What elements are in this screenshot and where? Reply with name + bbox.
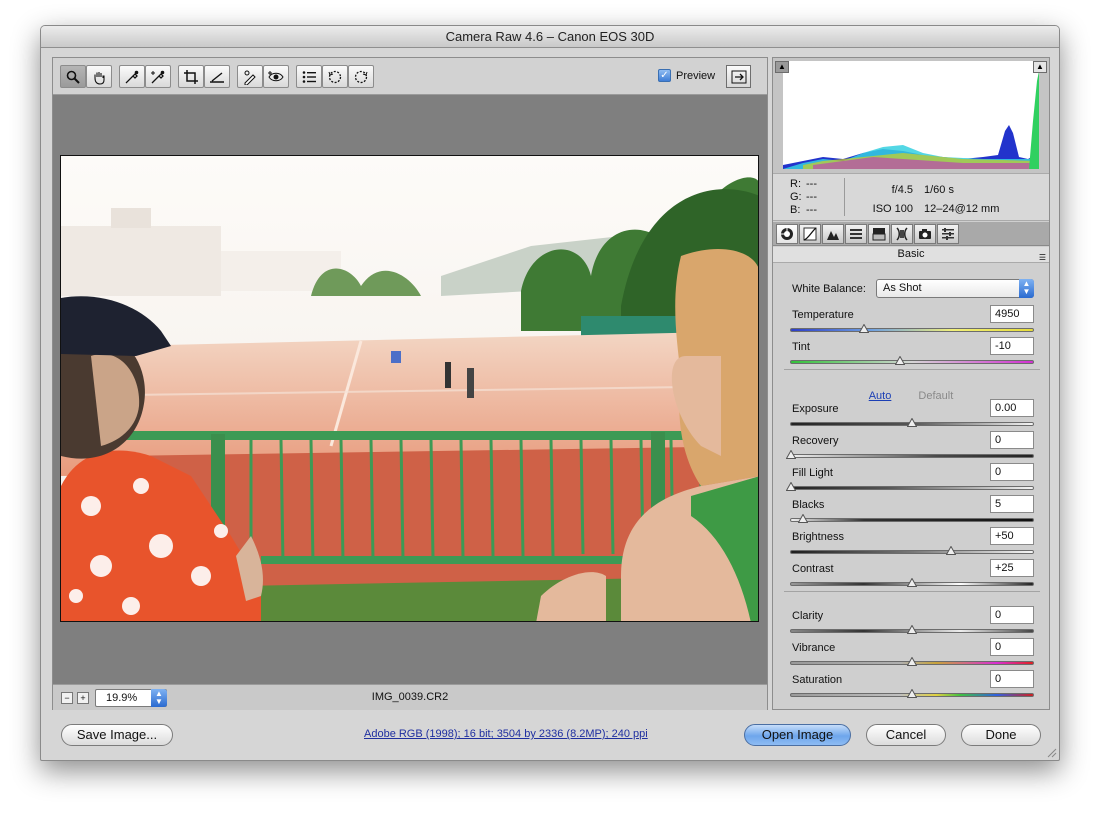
color-sampler-tool-icon[interactable]: [145, 65, 171, 88]
vibrance-slider[interactable]: [790, 657, 1034, 666]
histogram-plot: [783, 61, 1039, 169]
slider-knob[interactable]: [798, 514, 809, 523]
clarity-field[interactable]: 0: [990, 606, 1034, 624]
tint-field[interactable]: -10: [990, 337, 1034, 355]
fill-light-field[interactable]: 0: [990, 463, 1034, 481]
straighten-tool-icon[interactable]: [204, 65, 230, 88]
cancel-button[interactable]: Cancel: [866, 724, 946, 746]
slider-knob[interactable]: [907, 418, 917, 427]
divider: [784, 591, 1040, 592]
iso: ISO 100: [872, 203, 913, 215]
basic-controls: White Balance: As Shot ▲ ▼ Temperature 49…: [773, 264, 1049, 709]
aperture: f/4.5: [891, 184, 913, 196]
slider-knob[interactable]: [894, 356, 905, 365]
zoom-tool-icon[interactable]: [60, 65, 86, 88]
slider-knob[interactable]: [786, 450, 796, 459]
blacks-slider[interactable]: [790, 514, 1034, 523]
exposure-field[interactable]: 0.00: [990, 399, 1034, 417]
tool-bar: ✓ Preview: [53, 58, 767, 95]
workflow-options-link[interactable]: Adobe RGB (1998); 16 bit; 3504 by 2336 (…: [364, 728, 648, 740]
hsl-icon[interactable]: [845, 224, 867, 244]
select-arrows-icon: ▲ ▼: [1019, 279, 1034, 298]
window-title: Camera Raw 4.6 – Canon EOS 30D: [41, 26, 1059, 48]
exposure-slider[interactable]: [790, 418, 1034, 427]
preview-pane: ✓ Preview − + 19.9% ▲ ▼ IMG_0039.CR2: [52, 57, 768, 710]
retouch-tool-icon[interactable]: [237, 65, 263, 88]
white-balance-select[interactable]: As Shot ▲ ▼: [876, 279, 1034, 298]
saturation-slider[interactable]: [790, 689, 1034, 698]
presets-icon[interactable]: [937, 224, 959, 244]
white-balance-label: White Balance:: [792, 283, 866, 295]
rotate-left-icon[interactable]: [322, 65, 348, 88]
contrast-slider[interactable]: [790, 578, 1034, 587]
slider-knob[interactable]: [907, 657, 917, 666]
exif-info: f/4.5 1/60 s ISO 100 12–24@12 mm: [868, 181, 1000, 219]
image-preview[interactable]: [60, 155, 759, 622]
shadow-clipping-warning-icon[interactable]: ▲: [775, 61, 789, 73]
divider: [844, 178, 845, 216]
adjustments-panel: ▲ ▲ R: --- G: --- B: --- f/4.5 1/60 s ISO 10…: [772, 57, 1050, 710]
temperature-field[interactable]: 4950: [990, 305, 1034, 323]
detail-icon[interactable]: [822, 224, 844, 244]
camera-raw-window: Camera Raw 4.6 – Canon EOS 30D ✓ Preview…: [40, 25, 1060, 761]
auto-link[interactable]: Auto: [869, 390, 892, 402]
brightness-field[interactable]: +50: [990, 527, 1034, 545]
histogram: ▲ ▲: [773, 58, 1049, 173]
split-toning-icon[interactable]: [868, 224, 890, 244]
camera-calibration-icon[interactable]: [914, 224, 936, 244]
done-button[interactable]: Done: [961, 724, 1041, 746]
lens-corrections-icon[interactable]: [891, 224, 913, 244]
slider-knob[interactable]: [907, 625, 917, 634]
divider: [784, 369, 1040, 370]
blacks-field[interactable]: 5: [990, 495, 1034, 513]
slider-knob[interactable]: [907, 689, 917, 698]
red-eye-tool-icon[interactable]: [263, 65, 289, 88]
full-screen-icon[interactable]: [726, 65, 751, 88]
status-bar: − + 19.9% ▲ ▼ IMG_0039.CR2: [53, 684, 767, 710]
rgb-readout: R: --- G: --- B: ---: [790, 178, 817, 216]
hand-tool-icon[interactable]: [86, 65, 112, 88]
slider-knob[interactable]: [945, 546, 956, 555]
default-link[interactable]: Default: [918, 390, 953, 402]
temperature-slider[interactable]: [790, 324, 1034, 333]
file-name: IMG_0039.CR2: [371, 691, 449, 703]
slider-knob[interactable]: [786, 482, 796, 491]
resize-grip-icon[interactable]: [1045, 746, 1057, 758]
highlight-clipping-warning-icon[interactable]: ▲: [1033, 61, 1047, 73]
crop-tool-icon[interactable]: [178, 65, 204, 88]
slider-knob[interactable]: [907, 578, 917, 587]
fill-light-slider[interactable]: [786, 482, 1034, 491]
rotate-right-icon[interactable]: [348, 65, 374, 88]
preview-toggle[interactable]: ✓ Preview: [658, 69, 715, 82]
preview-label: Preview: [676, 69, 716, 82]
lens: 12–24@12 mm: [924, 203, 1000, 215]
brightness-slider[interactable]: [790, 546, 1034, 555]
preview-checkbox[interactable]: ✓: [658, 69, 671, 82]
shutter-speed: 1/60 s: [924, 184, 954, 196]
basic-icon[interactable]: [776, 224, 798, 244]
image-info: R: --- G: --- B: --- f/4.5 1/60 s ISO 100 12–…: [773, 173, 1049, 221]
recovery-slider[interactable]: [786, 450, 1034, 459]
contrast-field[interactable]: +25: [990, 559, 1034, 577]
save-image-button[interactable]: Save Image...: [61, 724, 173, 746]
tone-curve-icon[interactable]: [799, 224, 821, 244]
slider-knob[interactable]: [858, 324, 869, 333]
vibrance-field[interactable]: 0: [990, 638, 1034, 656]
open-image-button[interactable]: Open Image: [744, 724, 851, 746]
recovery-field[interactable]: 0: [990, 431, 1034, 449]
preferences-icon[interactable]: [296, 65, 322, 88]
section-title: Basic ☰: [773, 247, 1049, 263]
panel-menu-icon[interactable]: ☰: [1039, 250, 1046, 265]
tint-slider[interactable]: [790, 356, 1034, 365]
panel-tabs: [773, 222, 1049, 246]
saturation-field[interactable]: 0: [990, 670, 1034, 688]
white-balance-tool-icon[interactable]: [119, 65, 145, 88]
clarity-slider[interactable]: [790, 625, 1034, 634]
